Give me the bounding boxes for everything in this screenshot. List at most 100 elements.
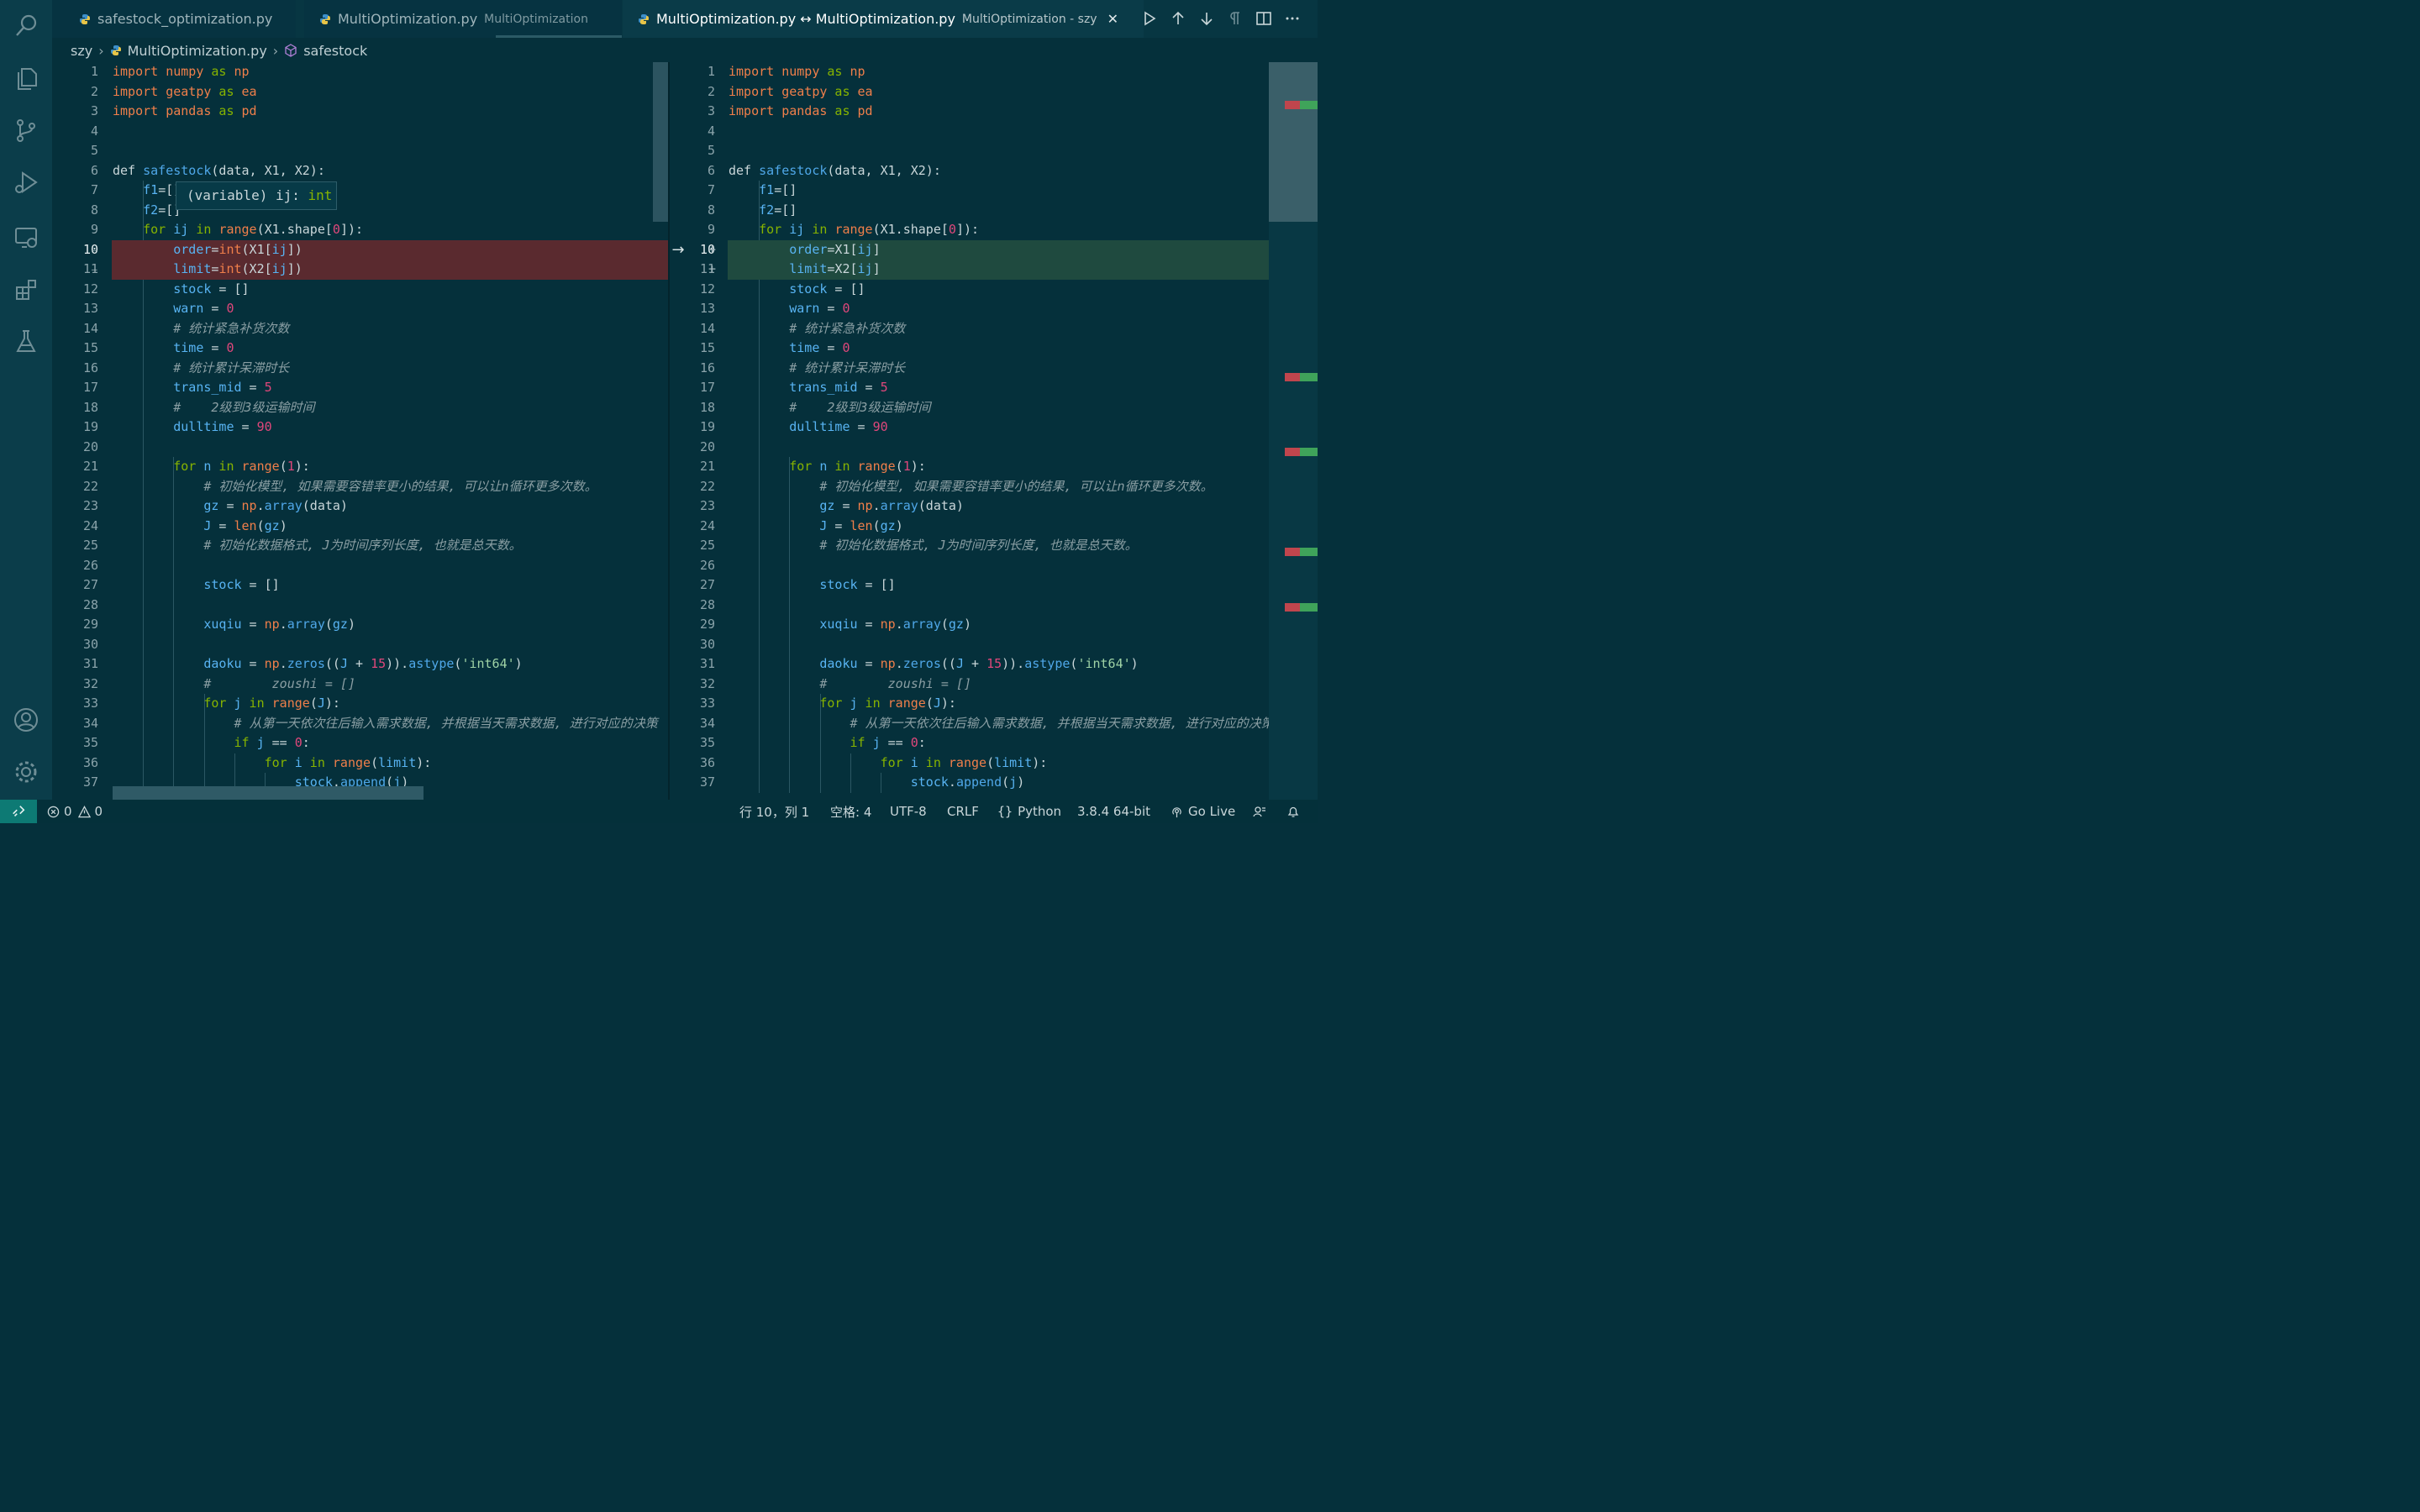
code-line[interactable]: 37 stock.append(j) <box>669 773 1318 793</box>
code-line[interactable]: 33 for j in range(J): <box>669 694 1318 714</box>
code-line[interactable]: 19 dulltime = 90 <box>52 417 669 438</box>
extensions-icon[interactable] <box>10 274 42 306</box>
code-line[interactable]: 14 # 统计紧急补货次数 <box>52 319 669 339</box>
code-line[interactable]: 3 import pandas as pd <box>52 102 669 122</box>
code-line[interactable]: 7 f1=[] <box>669 181 1318 201</box>
code-line[interactable]: 11 + limit=X2[ij] <box>669 260 1318 280</box>
code-line[interactable]: 1 import numpy as np <box>669 62 1318 82</box>
code-line[interactable]: 25 # 初始化数据格式, J为时间序列长度, 也就是总天数。 <box>52 536 669 556</box>
remote-indicator-icon[interactable] <box>0 800 37 823</box>
code-line[interactable]: 36 for i in range(limit): <box>669 753 1318 774</box>
code-line[interactable]: 31 daoku = np.zeros((J + 15)).astype('in… <box>669 654 1318 675</box>
code-line[interactable]: 4 <box>669 122 1318 142</box>
code-line[interactable]: 34 # 从第一天依次往后输入需求数据, 并根据当天需求数据, 进行对应的决策 <box>669 714 1318 734</box>
run-icon[interactable] <box>1139 8 1160 29</box>
line-ending[interactable]: CRLF <box>947 800 979 823</box>
code-line[interactable]: 28 <box>52 596 669 616</box>
code-line[interactable]: 32 # zoushi = [] <box>669 675 1318 695</box>
code-line[interactable]: 35 if j == 0: <box>52 733 669 753</box>
tab-safestock-optimization[interactable]: safestock_optimization.py <box>52 0 296 38</box>
run-debug-icon[interactable] <box>10 166 42 198</box>
code-line[interactable]: 15 time = 0 <box>669 339 1318 359</box>
code-line[interactable]: 11— limit=int(X2[ij]) <box>52 260 669 280</box>
arrow-down-icon[interactable] <box>1197 8 1217 29</box>
bell-icon[interactable] <box>1286 800 1300 823</box>
overview-slider[interactable] <box>1269 62 1318 222</box>
code-line[interactable]: 9 for ij in range(X1.shape[0]): <box>52 220 669 240</box>
code-line[interactable]: 13 warn = 0 <box>669 299 1318 319</box>
code-line[interactable]: 15 time = 0 <box>52 339 669 359</box>
code-line[interactable]: 20 <box>52 438 669 458</box>
code-line[interactable]: 25 # 初始化数据格式, J为时间序列长度, 也就是总天数。 <box>669 536 1318 556</box>
code-line[interactable]: 30 <box>52 635 669 655</box>
code-line[interactable]: 36 for i in range(limit): <box>52 753 669 774</box>
code-line[interactable]: 21 for n in range(1): <box>669 457 1318 477</box>
arrow-up-icon[interactable] <box>1168 8 1188 29</box>
code-line[interactable]: 12 stock = [] <box>52 280 669 300</box>
indentation[interactable]: 空格: 4 <box>830 800 871 823</box>
code-line[interactable]: 22 # 初始化模型, 如果需要容错率更小的结果, 可以让n循环更多次数。 <box>669 477 1318 497</box>
code-line[interactable]: 16 # 统计累计呆滞时长 <box>669 359 1318 379</box>
code-line[interactable]: 29 xuqiu = np.array(gz) <box>669 615 1318 635</box>
close-icon[interactable]: ✕ <box>1107 11 1118 27</box>
code-line[interactable]: 18 # 2级到3级运输时间 <box>52 398 669 418</box>
cursor-position[interactable]: 行 10，列 1 <box>739 800 809 823</box>
code-line[interactable]: 23 gz = np.array(data) <box>52 496 669 517</box>
code-line[interactable]: 5 <box>52 141 669 161</box>
breadcrumb-file[interactable]: MultiOptimization.py <box>128 43 267 59</box>
split-editor-icon[interactable] <box>1254 8 1274 29</box>
code-line[interactable]: 16 # 统计累计呆滞时长 <box>52 359 669 379</box>
code-line[interactable]: 2 import geatpy as ea <box>52 82 669 102</box>
vertical-scrollbar[interactable] <box>653 62 668 222</box>
source-control-icon[interactable] <box>10 114 42 146</box>
tab-diff-active[interactable]: MultiOptimization.py ↔ MultiOptimization… <box>623 0 1144 38</box>
breadcrumb-folder[interactable]: szy <box>71 43 92 59</box>
code-line[interactable]: 24 J = len(gz) <box>52 517 669 537</box>
code-line[interactable]: 8 f2=[] <box>52 201 669 221</box>
code-line[interactable]: 27 stock = [] <box>669 575 1318 596</box>
code-line[interactable]: 6 def safestock(data, X1, X2): <box>52 161 669 181</box>
code-line[interactable]: 30 <box>669 635 1318 655</box>
code-line[interactable]: 17 trans_mid = 5 <box>52 378 669 398</box>
python-interpreter[interactable]: 3.8.4 64-bit <box>1077 800 1150 823</box>
encoding[interactable]: UTF-8 <box>890 800 927 823</box>
code-line[interactable]: 28 <box>669 596 1318 616</box>
code-line[interactable]: 22 # 初始化模型, 如果需要容错率更小的结果, 可以让n循环更多次数。 <box>52 477 669 497</box>
code-line[interactable]: 13 warn = 0 <box>52 299 669 319</box>
modified-editor[interactable]: 1 import numpy as np 2 import geatpy as ea 3… <box>669 62 1318 800</box>
code-line[interactable]: 10 + order=X1[ij] <box>669 239 1318 260</box>
code-line[interactable]: 6 def safestock(data, X1, X2): <box>669 161 1318 181</box>
code-line[interactable]: 10— order=int(X1[ij]) <box>52 239 669 260</box>
settings-gear-icon[interactable] <box>10 756 42 788</box>
code-line[interactable]: 33 for j in range(J): <box>52 694 669 714</box>
code-line[interactable]: 26 <box>52 556 669 576</box>
code-line[interactable]: 14 # 统计紧急补货次数 <box>669 319 1318 339</box>
code-line[interactable]: 1 import numpy as np <box>52 62 669 82</box>
testing-icon[interactable] <box>10 325 42 357</box>
code-line[interactable]: 34 # 从第一天依次往后输入需求数据, 并根据当天需求数据, 进行对应的决策 <box>52 714 669 734</box>
code-line[interactable]: 32 # zoushi = [] <box>52 675 669 695</box>
files-icon[interactable] <box>10 62 42 94</box>
remote-explorer-icon[interactable] <box>10 221 42 253</box>
code-line[interactable]: 4 <box>52 122 669 142</box>
code-line[interactable]: 9 for ij in range(X1.shape[0]): <box>669 220 1318 240</box>
code-line[interactable]: 8 f2=[] <box>669 201 1318 221</box>
code-line[interactable]: 7 f1=[] <box>52 181 669 201</box>
code-line[interactable]: 29 xuqiu = np.array(gz) <box>52 615 669 635</box>
code-line[interactable]: 35 if j == 0: <box>669 733 1318 753</box>
original-editor[interactable]: 1 import numpy as np 2 import geatpy as ea 3… <box>52 62 669 800</box>
account-icon[interactable] <box>10 704 42 736</box>
code-line[interactable]: 31 daoku = np.zeros((J + 15)).astype('in… <box>52 654 669 675</box>
code-line[interactable]: 12 stock = [] <box>669 280 1318 300</box>
code-line[interactable]: 3 import pandas as pd <box>669 102 1318 122</box>
more-icon[interactable] <box>1282 8 1302 29</box>
search-icon[interactable] <box>10 9 42 41</box>
breadcrumb-symbol[interactable]: safestock <box>303 43 367 59</box>
horizontal-scrollbar[interactable] <box>113 786 424 800</box>
language-mode[interactable]: {} Python <box>997 800 1061 823</box>
code-line[interactable]: 18 # 2级到3级运输时间 <box>669 398 1318 418</box>
code-line[interactable]: 23 gz = np.array(data) <box>669 496 1318 517</box>
code-line[interactable]: 19 dulltime = 90 <box>669 417 1318 438</box>
tab-multioptimization[interactable]: MultiOptimization.py MultiOptimization <box>304 0 622 38</box>
code-line[interactable]: 17 trans_mid = 5 <box>669 378 1318 398</box>
